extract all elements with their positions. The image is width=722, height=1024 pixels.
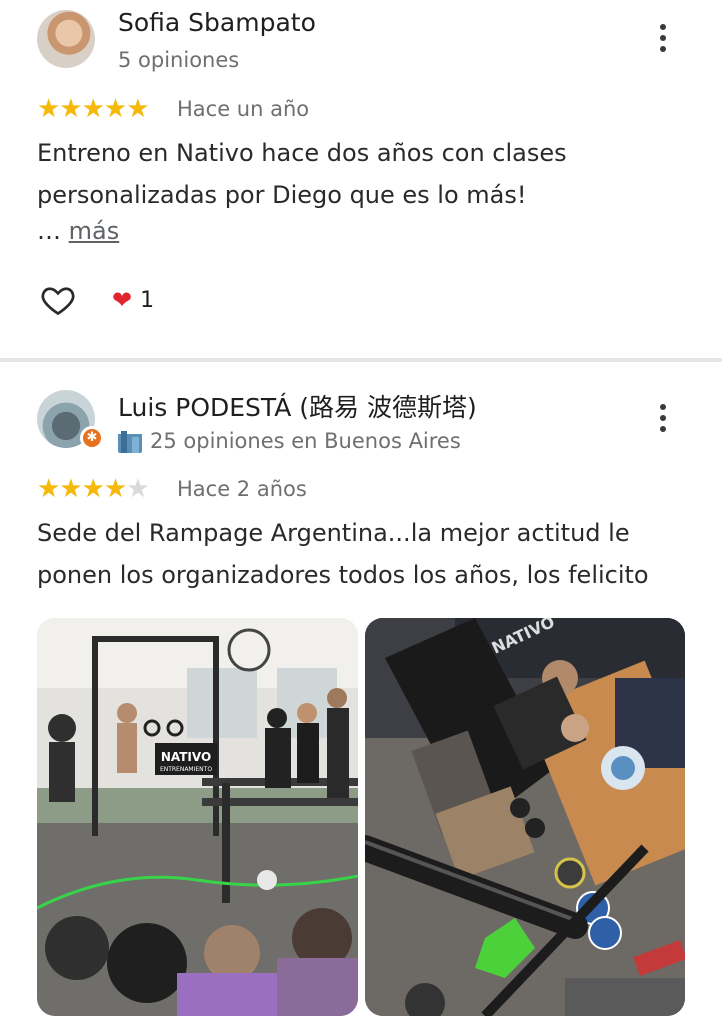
review-card: Sofia Sbampato 5 opiniones ★★★★★ Hace un… — [0, 0, 722, 358]
more-options-icon[interactable] — [652, 404, 674, 438]
sign-subtext: ENTRENAMIENTO — [160, 766, 212, 773]
red-heart-icon: ❤ — [112, 286, 133, 314]
reviewer-name[interactable]: Sofia Sbampato — [118, 8, 316, 37]
more-link[interactable]: más — [69, 217, 120, 245]
review-date: Hace 2 años — [177, 477, 307, 501]
more-line: … más — [37, 217, 119, 245]
review-photo[interactable]: NATIVO ENTRENAMIENTO — [37, 618, 358, 1016]
avatar[interactable] — [37, 10, 95, 68]
review-photo[interactable]: NATIVO — [365, 618, 685, 1016]
review-count-label: 25 opiniones en Buenos Aires — [150, 429, 461, 453]
review-count: 25 opiniones en Buenos Aires — [118, 429, 461, 453]
like-heart-icon[interactable] — [39, 282, 77, 318]
city-icon — [118, 429, 142, 453]
reaction-count: ❤ 1 — [112, 286, 154, 314]
gym-photo-image: NATIVO — [365, 618, 685, 1016]
review-count: 5 opiniones — [118, 48, 240, 72]
reviewer-name[interactable]: Luis PODESTÁ (路易 波德斯塔) — [118, 388, 477, 424]
review-text: Sede del Rampage Argentina...la mejor ac… — [37, 519, 649, 589]
review-text: Entreno en Nativo hace dos años con clas… — [37, 139, 567, 209]
ellipsis: … — [37, 217, 69, 245]
star-rating: ★★★★★ — [37, 94, 150, 124]
more-options-icon[interactable] — [652, 24, 674, 58]
sign-text: NATIVO — [161, 750, 211, 764]
reaction-count-value: 1 — [140, 287, 155, 313]
review-date: Hace un año — [177, 97, 310, 121]
gym-photo-image: NATIVO ENTRENAMIENTO — [37, 618, 358, 1016]
local-guide-badge-icon: ✱ — [80, 426, 104, 450]
star-rating: ★★★★★ — [37, 474, 150, 504]
review-card: ✱ Luis PODESTÁ (路易 波德斯塔) 25 opiniones en… — [0, 362, 722, 1024]
